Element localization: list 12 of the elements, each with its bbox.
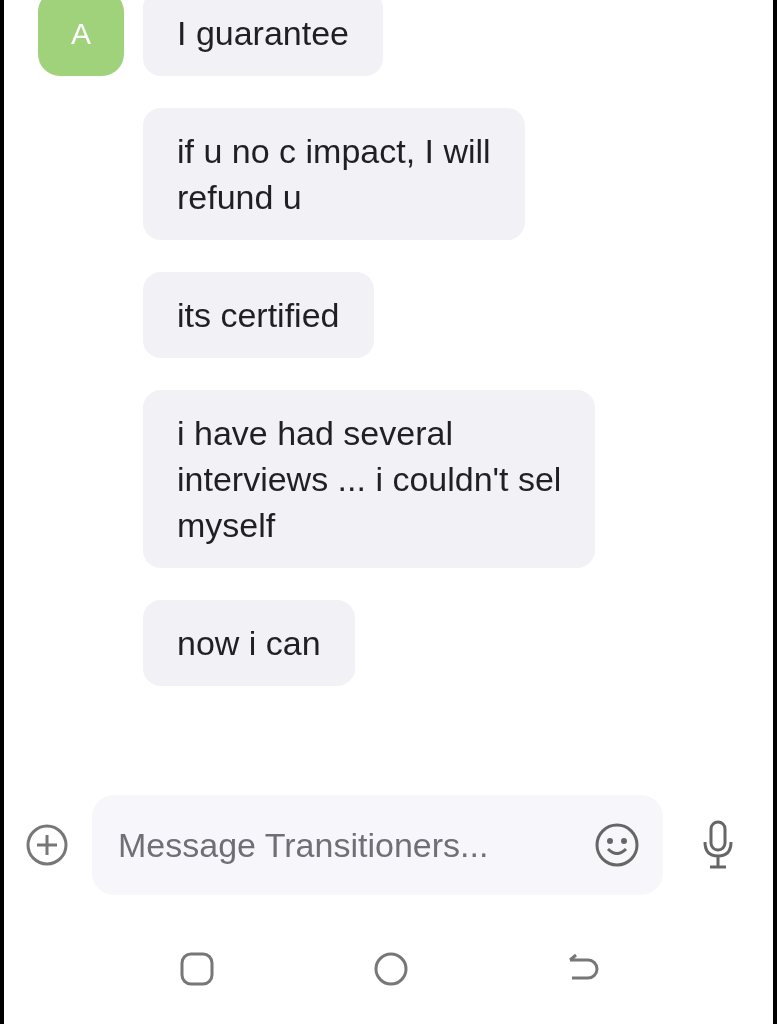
recent-apps-icon[interactable] — [180, 952, 214, 986]
message-bubble: i have had several interviews ... i couldn't sel myself — [143, 390, 596, 568]
message-bubble: now i can — [143, 600, 355, 686]
avatar: A — [38, 0, 124, 76]
microphone-icon[interactable] — [701, 820, 735, 870]
message-bubble: I guarantee — [143, 0, 384, 76]
home-icon[interactable] — [374, 952, 408, 986]
add-icon[interactable] — [26, 824, 68, 866]
message-bubble: its certified — [143, 272, 374, 358]
message-bubble: if u no c impact, I will refund u — [143, 108, 525, 240]
message-input-field[interactable]: Message Transitioners... — [92, 795, 663, 895]
emoji-icon[interactable] — [595, 823, 639, 867]
